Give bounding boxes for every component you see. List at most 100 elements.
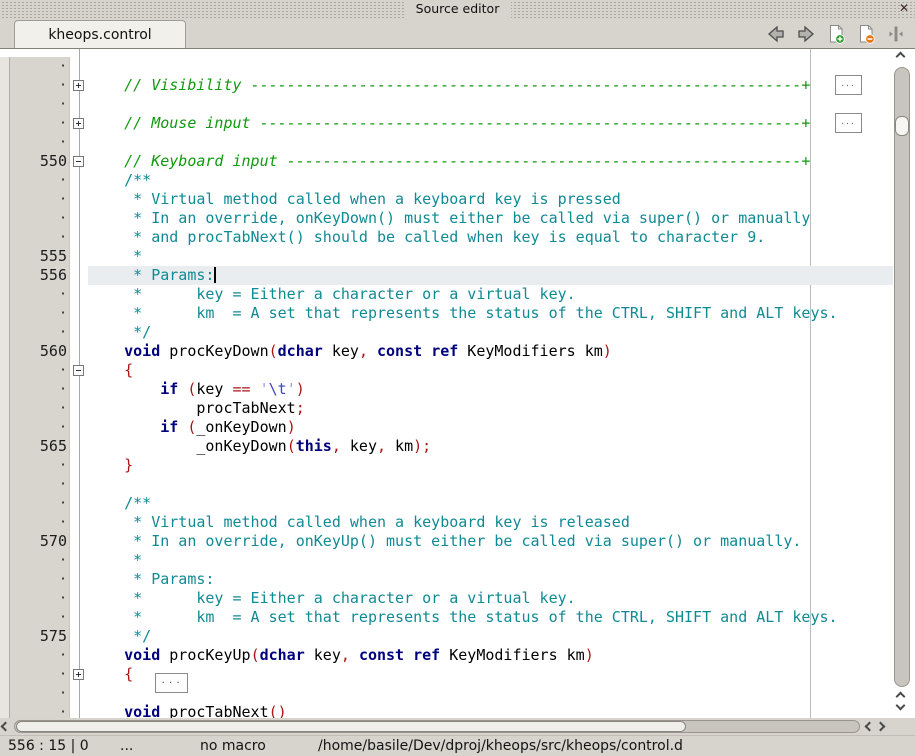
code-text[interactable]: * key = Either a character or a virtual … [88,589,893,608]
line-marker-dot[interactable]: · [10,380,70,399]
code-line[interactable]: 555 * [0,247,893,266]
code-line[interactable]: · * Virtual method called when a keyboar… [0,513,893,532]
close-icon[interactable]: ✕ [899,1,909,15]
code-text[interactable] [88,684,893,703]
code-line-current[interactable]: 556 * Params: [0,266,893,285]
line-marker-dot[interactable]: · [10,513,70,532]
vertical-scrollbar[interactable] [893,49,911,718]
line-number[interactable]: 556 [10,266,70,285]
code-line[interactable]: · procTabNext; [0,399,893,418]
code-line[interactable]: · void procTabNext() [0,703,893,718]
line-marker-dot[interactable]: · [10,703,70,718]
code-text[interactable]: * [88,551,893,570]
code-line[interactable]: 565 _onKeyDown(this, key, km); [0,437,893,456]
code-text[interactable]: } [88,456,893,475]
line-number[interactable]: 550 [10,152,70,171]
code-line[interactable]: · * Virtual method called when a keyboar… [0,190,893,209]
code-line[interactable]: · [0,95,893,114]
code-text[interactable] [88,57,893,76]
vertical-scrollbar-thumb[interactable] [895,116,909,136]
code-text[interactable]: void procTabNext() [88,703,893,718]
line-marker-dot[interactable]: · [10,551,70,570]
scroll-down-arrow[interactable] [897,706,904,709]
code-text[interactable]: void procKeyUp(dchar key, const ref KeyM… [88,646,893,665]
line-marker-dot[interactable]: · [10,95,70,114]
code-text[interactable]: * Params: [88,266,893,285]
code-text[interactable]: procTabNext; [88,399,893,418]
code-text[interactable]: * Virtual method called when a keyboard … [88,190,893,209]
line-marker-dot[interactable]: · [10,76,70,95]
code-line[interactable]: · if (_onKeyDown) [0,418,893,437]
line-marker-dot[interactable]: · [10,646,70,665]
code-line[interactable]: · * and procTabNext() should be called w… [0,228,893,247]
line-marker-dot[interactable]: · [10,57,70,76]
code-line[interactable]: · [0,133,893,152]
line-marker-dot[interactable]: · [10,171,70,190]
folded-code-ellipsis[interactable]: ... [835,113,862,133]
code-text[interactable] [88,133,893,152]
scroll-left-arrow[interactable] [2,723,9,730]
code-text[interactable]: /** [88,494,893,513]
line-marker-dot[interactable]: · [10,304,70,323]
line-marker-dot[interactable]: · [10,361,70,380]
line-marker-dot[interactable]: · [10,399,70,418]
scroll-left-arrow-right[interactable] [866,723,873,730]
detach-editor-button[interactable] [885,23,907,45]
code-line[interactable]: 550 // Keyboard input ------------------… [0,152,893,171]
code-text[interactable]: * Virtual method called when a keyboard … [88,513,893,532]
line-marker-dot[interactable]: · [10,608,70,627]
horizontal-scrollbar-thumb[interactable] [16,721,686,732]
fold-expand-icon[interactable] [73,669,84,680]
code-line[interactable]: · [0,475,893,494]
fold-expand-icon[interactable] [73,118,84,129]
code-text[interactable]: // Keyboard input ----------------------… [88,152,893,171]
code-text[interactable]: * [88,247,893,266]
line-marker-dot[interactable]: · [10,456,70,475]
code-line[interactable]: · } [0,456,893,475]
code-line[interactable]: · */ [0,323,893,342]
code-text[interactable]: * Params: [88,570,893,589]
line-marker-dot[interactable]: · [10,133,70,152]
line-marker-dot[interactable]: · [10,589,70,608]
code-text[interactable] [88,95,893,114]
code-text[interactable]: */ [88,323,893,342]
back-button[interactable] [765,23,787,45]
line-number[interactable]: 575 [10,627,70,646]
code-line[interactable]: · * In an override, onKeyDown() must eit… [0,209,893,228]
code-line[interactable]: · { [0,361,893,380]
line-marker-dot[interactable]: · [10,323,70,342]
code-line[interactable]: 560 void procKeyDown(dchar key, const re… [0,342,893,361]
new-document-button[interactable] [825,23,847,45]
code-line[interactable]: · * key = Either a character or a virtua… [0,589,893,608]
line-marker-dot[interactable]: · [10,684,70,703]
code-text[interactable]: if (_onKeyDown) [88,418,893,437]
code-text[interactable]: // Visibility --------------------------… [88,76,893,95]
code-text[interactable] [88,475,893,494]
code-line[interactable]: · * [0,551,893,570]
code-text[interactable]: _onKeyDown(this, key, km); [88,437,893,456]
line-marker-dot[interactable]: · [10,475,70,494]
code-line[interactable]: · // Visibility ------------------------… [0,76,893,95]
remove-document-button[interactable] [855,23,877,45]
code-line[interactable]: · /** [0,171,893,190]
fold-expand-icon[interactable] [73,80,84,91]
fold-collapse-icon[interactable] [73,156,84,167]
line-marker-dot[interactable]: · [10,570,70,589]
scroll-up-arrow-bottom[interactable] [897,693,904,700]
code-line[interactable]: · if (key == '\t') [0,380,893,399]
code-line[interactable]: · // Mouse input -----------------------… [0,114,893,133]
code-text[interactable]: // Mouse input -------------------------… [88,114,893,133]
line-marker-dot[interactable]: · [10,494,70,513]
line-marker-dot[interactable]: · [10,665,70,684]
line-number[interactable]: 565 [10,437,70,456]
code-line[interactable]: · * km = A set that represents the statu… [0,608,893,627]
code-line[interactable]: · /** [0,494,893,513]
code-text[interactable]: * km = A set that represents the status … [88,608,893,627]
code-text[interactable]: {... [88,665,893,684]
code-editor[interactable]: ·· // Visibility -----------------------… [0,48,915,718]
forward-button[interactable] [795,23,817,45]
code-text[interactable]: * key = Either a character or a virtual … [88,285,893,304]
line-marker-dot[interactable]: · [10,190,70,209]
scroll-up-arrow[interactable] [897,53,904,60]
scroll-right-arrow[interactable] [879,723,884,730]
